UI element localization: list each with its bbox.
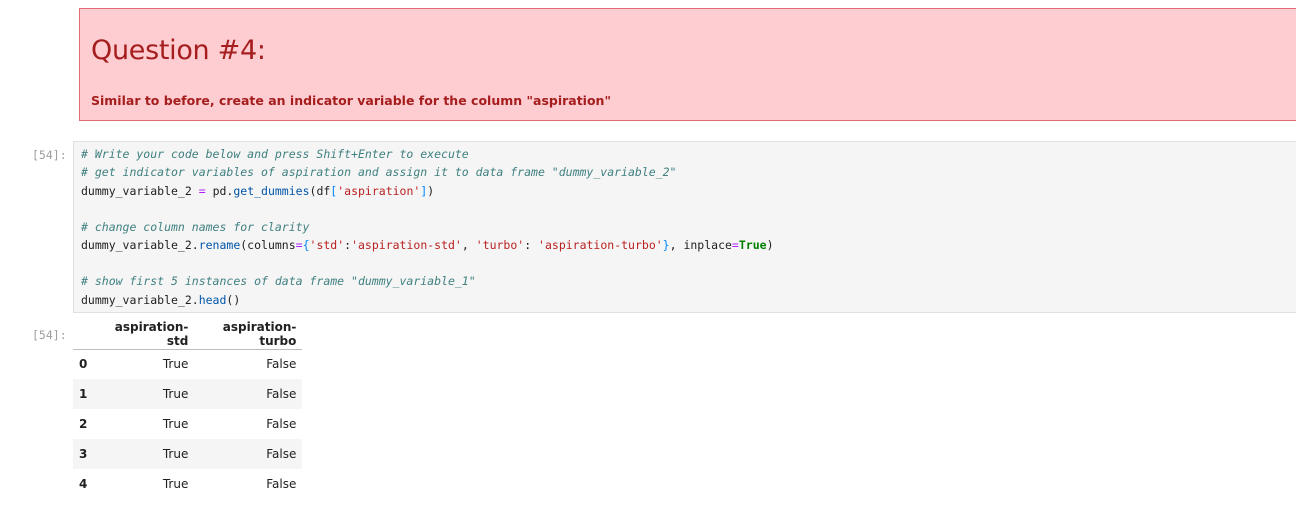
- code-comment-line: # Write your code below and press Shift+…: [81, 147, 469, 161]
- table-cell: False: [266, 447, 297, 461]
- code-cell-editor[interactable]: # Write your code below and press Shift+…: [73, 141, 1296, 313]
- table-cell: False: [266, 357, 297, 372]
- input-prompt: [54]:: [32, 148, 67, 162]
- row-index: 2: [79, 417, 88, 431]
- row-index: 0: [79, 357, 88, 372]
- question-title: Question #4:: [91, 35, 266, 66]
- table-cell: False: [266, 417, 297, 431]
- code-comment-line: # get indicator variables of aspiration …: [81, 165, 677, 179]
- output-prompt: [54]:: [32, 328, 67, 342]
- code-line-head: dummy_variable_2.head(): [81, 293, 241, 307]
- table-row: 3 True False: [73, 439, 303, 469]
- table-cell: False: [266, 387, 297, 401]
- index-header: [73, 320, 94, 350]
- table-header-row: aspiration-std aspiration-turbo: [73, 320, 303, 350]
- table-cell: True: [162, 477, 189, 491]
- question-alert-box: Question #4: Similar to before, create a…: [79, 8, 1296, 121]
- table-row: 0 True False: [73, 349, 302, 379]
- code-comment-line: # change column names for clarity: [81, 220, 310, 234]
- table-cell: True: [162, 357, 189, 372]
- table-row: 4 True False: [73, 469, 302, 499]
- table-cell: True: [162, 417, 189, 431]
- row-index: 4: [79, 477, 88, 491]
- row-index: 3: [79, 447, 88, 461]
- row-index: 1: [79, 387, 88, 401]
- code-line-rename: dummy_variable_2.rename(columns={'std':'…: [81, 238, 774, 252]
- table-row: 1 True False: [73, 379, 303, 409]
- table-cell: True: [162, 447, 189, 461]
- dataframe-output-table: aspiration-std aspiration-turbo 0 True F…: [73, 320, 303, 499]
- table-cell: False: [266, 477, 297, 491]
- table-row: 2 True False: [73, 409, 302, 439]
- code-line-get-dummies: dummy_variable_2 = pd.get_dummies(df['as…: [81, 184, 435, 198]
- code-comment-line: # show first 5 instances of data frame "…: [81, 274, 476, 288]
- column-header: aspiration-turbo: [194, 320, 303, 350]
- column-header: aspiration-std: [93, 320, 195, 350]
- table-cell: True: [162, 387, 189, 401]
- question-text: Similar to before, create an indicator v…: [91, 93, 611, 108]
